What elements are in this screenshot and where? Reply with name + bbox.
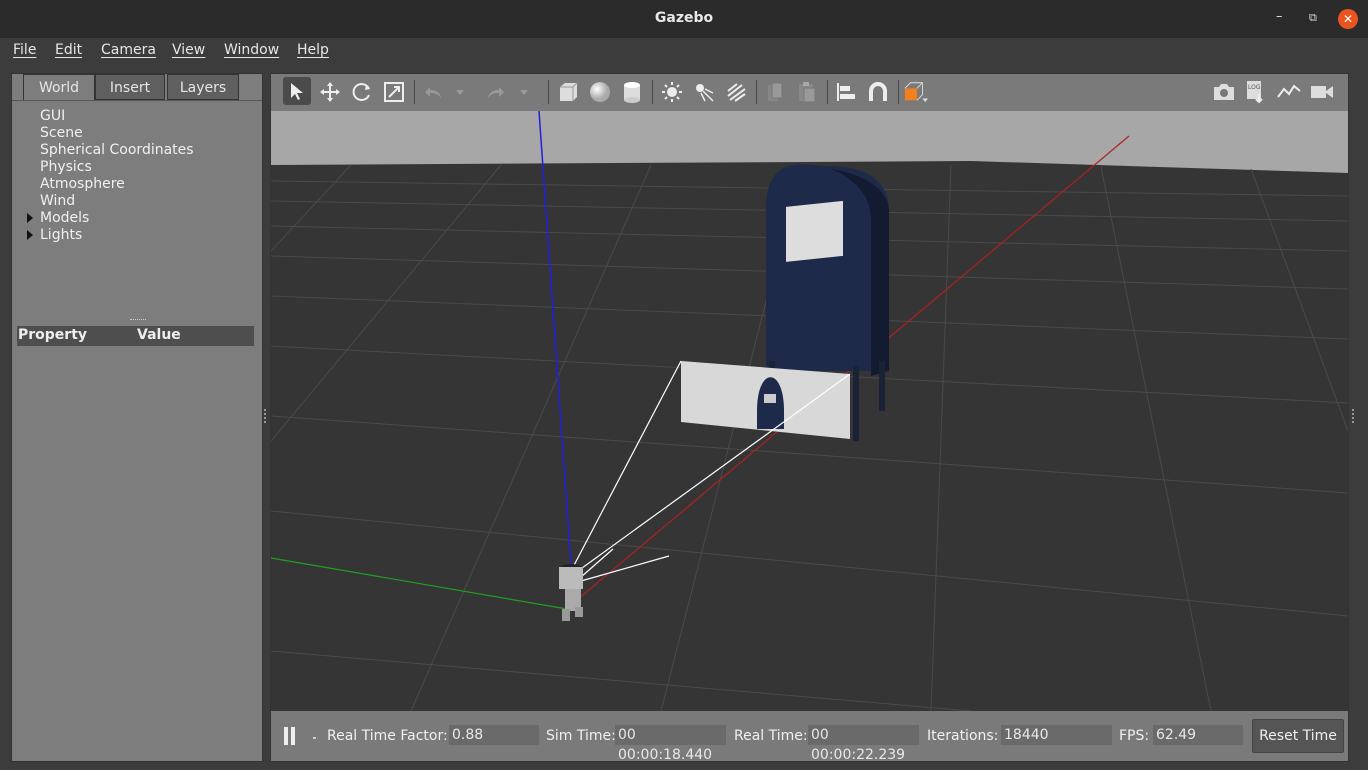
property-column-header: Property	[18, 327, 88, 343]
tree-item-label: Lights	[40, 227, 83, 243]
iterations-value: 18440	[1001, 725, 1112, 745]
window-title: Gazebo	[654, 10, 714, 26]
value-column-header: Value	[137, 327, 181, 343]
view-angle-icon[interactable]	[904, 80, 928, 104]
close-icon[interactable]: ✕	[1338, 9, 1358, 29]
select-arrow-icon[interactable]	[283, 77, 311, 105]
spot-light-icon[interactable]	[692, 80, 716, 104]
redo-icon[interactable]	[484, 80, 508, 104]
tab-divider	[12, 100, 262, 101]
rtf-value: 0.88	[449, 725, 539, 745]
tree-item-models[interactable]: Models	[12, 210, 194, 227]
tree-item-wind[interactable]: Wind	[12, 193, 194, 210]
minimize-icon[interactable]: –	[1276, 9, 1283, 24]
align-icon[interactable]	[834, 80, 858, 104]
tree-item-physics[interactable]: Physics	[12, 159, 194, 176]
menu-help[interactable]: Help	[297, 42, 329, 58]
tree-item-label: Wind	[40, 193, 76, 209]
fps-label: FPS:	[1119, 728, 1150, 744]
tab-layers[interactable]: Layers	[167, 74, 239, 100]
translate-icon[interactable]	[318, 80, 342, 104]
sim-time-value: 00 00:00:18.440	[615, 725, 726, 763]
pause-icon[interactable]	[283, 727, 297, 745]
rotate-icon[interactable]	[350, 80, 374, 104]
toolbar-separator	[414, 80, 415, 104]
tree-item-scene[interactable]: Scene	[12, 125, 194, 142]
record-video-icon[interactable]	[1310, 80, 1334, 104]
undo-history-icon[interactable]	[453, 80, 467, 104]
tree-item-label: Models	[40, 210, 90, 226]
scene-canvas[interactable]: UNITED STATES POSTAL SERVICE	[271, 111, 1348, 711]
fps-value: 62.49	[1153, 725, 1243, 745]
step-icon[interactable]	[313, 737, 316, 739]
real-time-value: 00 00:00:22.239	[808, 725, 919, 763]
status-bar: Real Time Factor: 0.88 Sim Time: 00 00:0…	[271, 711, 1348, 763]
reset-time-button[interactable]: Reset Time	[1252, 719, 1344, 753]
tab-world[interactable]: World	[23, 74, 95, 100]
box-icon[interactable]	[556, 80, 580, 104]
point-light-icon[interactable]	[660, 80, 684, 104]
toolbar: LOG	[271, 74, 1348, 112]
paste-icon[interactable]	[795, 80, 819, 104]
toolbar-separator	[548, 80, 549, 104]
sphere-icon[interactable]	[588, 80, 612, 104]
tree-item-lights[interactable]: Lights	[12, 227, 194, 244]
menu-bar: File Edit Camera View Window Help	[0, 38, 1368, 64]
screenshot-icon[interactable]	[1212, 80, 1236, 104]
mailbox-label: UNITED STATES POSTAL SERVICE	[791, 317, 873, 323]
left-panel-resize-handle[interactable]	[264, 409, 269, 423]
scale-icon[interactable]	[382, 80, 406, 104]
svg-text:LOG: LOG	[1248, 84, 1261, 91]
log-icon[interactable]: LOG	[1244, 80, 1268, 104]
tree-item-label: Atmosphere	[40, 176, 125, 192]
magnet-icon[interactable]	[866, 80, 890, 104]
render-window: LOG UNITED STATES POSTAL SERVICE Real Ti…	[270, 73, 1349, 763]
property-table-header: Property Value	[17, 326, 254, 346]
menu-file[interactable]: File	[13, 42, 36, 58]
menu-view[interactable]: View	[172, 42, 205, 58]
tree-item-label: Scene	[40, 125, 83, 141]
menu-window[interactable]: Window	[224, 42, 279, 58]
splitter-handle[interactable]	[130, 319, 146, 322]
iterations-label: Iterations:	[927, 728, 999, 744]
world-tree: GUI Scene Spherical Coordinates Physics …	[12, 108, 194, 244]
cylinder-icon[interactable]	[620, 80, 644, 104]
real-time-label: Real Time:	[734, 728, 808, 744]
copy-icon[interactable]	[763, 80, 787, 104]
rtf-label: Real Time Factor:	[327, 728, 448, 744]
tree-item-label: Physics	[40, 159, 92, 175]
directional-light-icon[interactable]	[724, 80, 748, 104]
undo-icon[interactable]	[421, 80, 445, 104]
menu-camera[interactable]: Camera	[101, 42, 156, 58]
maximize-icon[interactable]: ⧉	[1309, 11, 1317, 25]
expand-arrow-icon[interactable]	[27, 230, 33, 240]
toolbar-separator	[898, 80, 899, 104]
right-panel-resize-handle[interactable]	[1352, 409, 1357, 423]
expand-arrow-icon[interactable]	[27, 213, 33, 223]
toolbar-separator	[756, 80, 757, 104]
redo-history-icon[interactable]	[517, 80, 531, 104]
plot-icon[interactable]	[1277, 80, 1301, 104]
tree-item-atmosphere[interactable]: Atmosphere	[12, 176, 194, 193]
tree-item-label: GUI	[40, 108, 66, 124]
menu-edit[interactable]: Edit	[55, 42, 82, 58]
sim-time-label: Sim Time:	[546, 728, 616, 744]
tree-item-label: Spherical Coordinates	[40, 142, 194, 158]
left-panel: World Insert Layers GUI Scene Spherical …	[11, 73, 263, 762]
tab-insert[interactable]: Insert	[95, 74, 165, 100]
toolbar-separator	[652, 80, 653, 104]
tree-item-spherical-coordinates[interactable]: Spherical Coordinates	[12, 142, 194, 159]
toolbar-separator	[827, 80, 828, 104]
title-bar: Gazebo – ⧉ ✕	[0, 0, 1368, 38]
tree-item-gui[interactable]: GUI	[12, 108, 194, 125]
